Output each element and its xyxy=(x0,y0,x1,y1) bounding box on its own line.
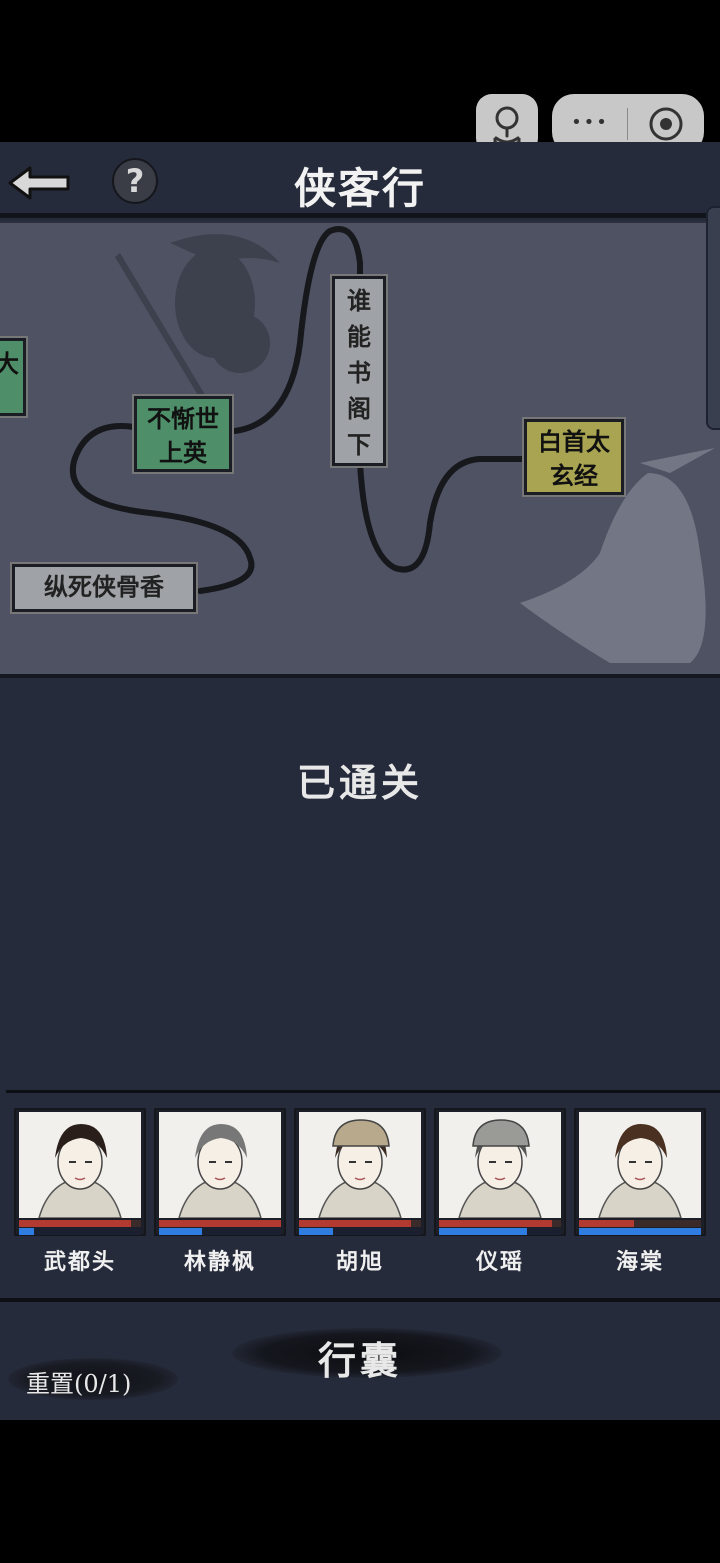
mp-bar xyxy=(299,1228,421,1235)
portrait-image xyxy=(19,1112,141,1218)
help-button[interactable]: ? xyxy=(112,158,158,204)
hp-bar xyxy=(19,1220,141,1227)
portrait-image xyxy=(439,1112,561,1218)
stage-node-partial[interactable]: 大 xyxy=(0,338,26,416)
hp-bar-fill xyxy=(299,1220,412,1227)
hp-bar-fill xyxy=(439,1220,553,1227)
portrait-image xyxy=(159,1112,281,1218)
hp-bar xyxy=(299,1220,421,1227)
back-button[interactable] xyxy=(4,160,72,206)
party-member-card[interactable] xyxy=(14,1108,146,1236)
back-arrow-icon xyxy=(8,166,70,200)
bottom-safe-area xyxy=(0,1420,720,1563)
portrait-image xyxy=(299,1112,421,1218)
mp-bar xyxy=(439,1228,561,1235)
mp-bar-fill xyxy=(439,1228,527,1235)
party-member-name: 仪瑶 xyxy=(475,1249,524,1275)
party-member-card[interactable] xyxy=(154,1108,286,1236)
stage-node-buchanshishangying[interactable]: 不惭世上英 xyxy=(134,396,232,472)
hp-bar xyxy=(159,1220,281,1227)
map-scroll-handle[interactable] xyxy=(706,206,720,430)
mp-bar-fill xyxy=(579,1228,701,1235)
hp-bar-fill xyxy=(579,1220,634,1227)
party-divider-top xyxy=(6,1090,720,1093)
clear-status: 已通关 xyxy=(296,760,423,805)
hp-bar-fill xyxy=(19,1220,132,1227)
capsule-divider xyxy=(627,108,628,140)
hp-bar-fill xyxy=(159,1220,281,1227)
hp-bar xyxy=(439,1220,561,1227)
party-member-name: 武都头 xyxy=(43,1249,116,1275)
stage-node-zongsixiaguxiang[interactable]: 纵死侠骨香 xyxy=(12,564,196,612)
party-divider-bottom xyxy=(0,1298,720,1302)
party-member-card[interactable] xyxy=(294,1108,426,1236)
reset-button[interactable]: 重置(0/1) xyxy=(26,1364,131,1399)
mp-bar-fill xyxy=(159,1228,202,1235)
mp-bar xyxy=(159,1228,281,1235)
page-title: 侠客行 xyxy=(293,164,426,213)
stage-node-shuinengshugexia[interactable]: 谁能书阁下 xyxy=(332,276,386,466)
hp-bar xyxy=(579,1220,701,1227)
mp-bar-fill xyxy=(19,1228,34,1235)
mp-bar-fill xyxy=(299,1228,334,1235)
record-icon xyxy=(649,107,683,141)
more-menu-button[interactable]: ••• xyxy=(560,100,620,148)
party-member-name: 海棠 xyxy=(615,1249,664,1275)
party-member-card[interactable] xyxy=(574,1108,706,1236)
bag-button[interactable]: 行囊 xyxy=(300,1330,420,1385)
header-divider xyxy=(0,213,720,218)
party-member-name: 林静枫 xyxy=(183,1249,256,1275)
close-mini-program-button[interactable] xyxy=(640,100,692,148)
portrait-image xyxy=(579,1112,701,1218)
mp-bar xyxy=(19,1228,141,1235)
party-member-card[interactable] xyxy=(434,1108,566,1236)
mp-bar xyxy=(579,1228,701,1235)
party-member-name: 胡旭 xyxy=(335,1249,384,1275)
stage-node-baishoutaixuanjing[interactable]: 白首太玄经 xyxy=(524,419,624,495)
